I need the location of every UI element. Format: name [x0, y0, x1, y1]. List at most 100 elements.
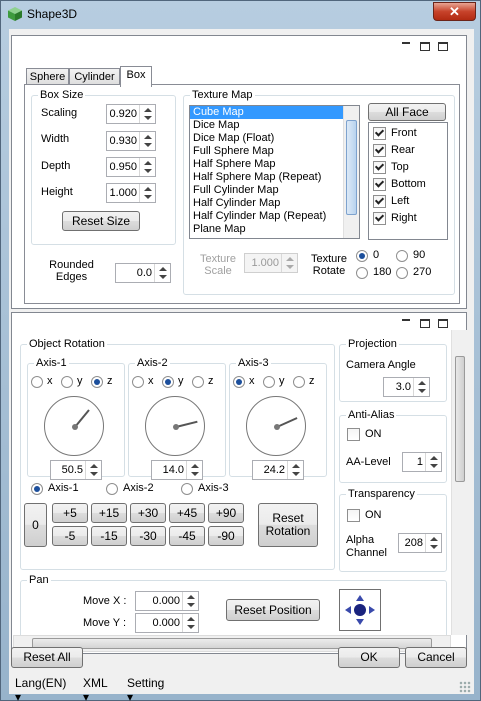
alpha-channel-spinner[interactable]: 208: [398, 533, 442, 553]
texture-map-item[interactable]: Full Sphere Map: [190, 145, 359, 158]
rotation-step-button[interactable]: +45: [169, 503, 205, 523]
face-row[interactable]: Bottom: [369, 177, 447, 194]
restore-icon[interactable]: [420, 319, 430, 328]
rotation-step-button[interactable]: -5: [52, 526, 88, 546]
spinner-arrows-icon[interactable]: [85, 461, 101, 479]
face-checkbox[interactable]: [373, 161, 386, 174]
texture-map-item[interactable]: Dice Map (Float): [190, 132, 359, 145]
move-x-spinner[interactable]: 0.000: [135, 591, 199, 611]
rotation-step-button[interactable]: +90: [208, 503, 244, 523]
texture-scale-spinner[interactable]: 1.000: [244, 253, 298, 273]
move-y-spinner[interactable]: 0.000: [135, 613, 199, 633]
active-axis-radio[interactable]: [106, 483, 118, 495]
maximize-icon[interactable]: [438, 42, 448, 51]
title-bar[interactable]: Shape3D ✕: [1, 1, 481, 27]
axis-letter-radio[interactable]: [132, 376, 144, 388]
axis-letter-radio[interactable]: [31, 376, 43, 388]
rotation-dial[interactable]: [246, 396, 306, 456]
active-axis-radio[interactable]: [181, 483, 193, 495]
face-checkbox[interactable]: [373, 195, 386, 208]
axis-letter-radio[interactable]: [263, 376, 275, 388]
texture-map-item[interactable]: Plane Map: [190, 223, 359, 236]
minimize-icon[interactable]: [402, 319, 410, 321]
rotation-step-button[interactable]: +5: [52, 503, 88, 523]
rounded-edges-spinner[interactable]: 0.0: [115, 263, 171, 283]
rotation-step-button[interactable]: -90: [208, 526, 244, 546]
face-row[interactable]: Front: [369, 126, 447, 143]
camera-angle-spinner[interactable]: 3.0: [383, 377, 430, 397]
axis-letter-radio[interactable]: [293, 376, 305, 388]
menu-xml[interactable]: XML ▾: [83, 676, 107, 701]
anti-alias-checkbox[interactable]: [347, 428, 360, 441]
spinner-arrows-icon[interactable]: [139, 158, 155, 176]
scaling-spinner[interactable]: 0.920: [106, 104, 156, 124]
spinner-arrows-icon[interactable]: [139, 132, 155, 150]
axis-angle-spinner[interactable]: 50.5: [50, 460, 102, 480]
reset-size-button[interactable]: Reset Size: [62, 211, 140, 231]
axis-letter-radio[interactable]: [162, 376, 174, 388]
texture-map-item[interactable]: Half Cylinder Map: [190, 197, 359, 210]
reset-all-button[interactable]: Reset All: [11, 647, 83, 668]
face-row[interactable]: Top: [369, 160, 447, 177]
width-spinner[interactable]: 0.930: [106, 131, 156, 151]
depth-spinner[interactable]: 0.950: [106, 157, 156, 177]
rotation-dial[interactable]: [44, 396, 104, 456]
texture-map-item[interactable]: Dice Map: [190, 119, 359, 132]
view-vertical-scrollbar[interactable]: [451, 330, 467, 635]
rotation-step-button[interactable]: -45: [169, 526, 205, 546]
texture-map-item[interactable]: Half Cylinder Map (Repeat): [190, 210, 359, 223]
texture-map-item[interactable]: Full Cylinder Map: [190, 184, 359, 197]
spinner-arrows-icon[interactable]: [182, 592, 198, 610]
minimize-icon[interactable]: [402, 42, 410, 44]
rotate-radio[interactable]: [396, 267, 408, 279]
face-row[interactable]: Rear: [369, 143, 447, 160]
texture-map-item[interactable]: Half Sphere Map: [190, 158, 359, 171]
spinner-arrows-icon[interactable]: [425, 534, 441, 552]
rotate-radio[interactable]: [356, 267, 368, 279]
transparency-checkbox[interactable]: [347, 509, 360, 522]
spinner-arrows-icon[interactable]: [186, 461, 202, 479]
spinner-arrows-icon[interactable]: [139, 105, 155, 123]
rotate-radio[interactable]: [396, 250, 408, 262]
face-row[interactable]: Left: [369, 194, 447, 211]
spinner-arrows-icon[interactable]: [154, 264, 170, 282]
reset-position-button[interactable]: Reset Position: [226, 599, 320, 621]
vertical-scroll-thumb[interactable]: [455, 356, 465, 482]
texture-map-item[interactable]: Half Sphere Map (Repeat): [190, 171, 359, 184]
cancel-button[interactable]: Cancel: [405, 647, 467, 668]
axis-letter-radio[interactable]: [233, 376, 245, 388]
face-checkbox[interactable]: [373, 144, 386, 157]
menu-lang[interactable]: Lang(EN) ▾: [15, 676, 66, 701]
rotation-step-button[interactable]: -30: [130, 526, 166, 546]
face-row[interactable]: Right: [369, 211, 447, 228]
scrollbar-thumb[interactable]: [346, 120, 357, 215]
active-axis-radio[interactable]: [31, 483, 43, 495]
rotation-step-button[interactable]: +15: [91, 503, 127, 523]
rotate-radio[interactable]: [356, 250, 368, 262]
axis-angle-spinner[interactable]: 24.2: [252, 460, 304, 480]
axis-angle-spinner[interactable]: 14.0: [151, 460, 203, 480]
axis-letter-radio[interactable]: [192, 376, 204, 388]
axis-letter-radio[interactable]: [91, 376, 103, 388]
face-checkbox[interactable]: [373, 178, 386, 191]
spinner-arrows-icon[interactable]: [287, 461, 303, 479]
face-checkbox[interactable]: [373, 212, 386, 225]
spinner-arrows-icon[interactable]: [182, 614, 198, 632]
aa-level-spinner[interactable]: 1: [402, 452, 442, 472]
pan-navigator-pad[interactable]: [339, 589, 381, 631]
rotation-dial[interactable]: [145, 396, 205, 456]
tab-box[interactable]: Box: [120, 66, 152, 87]
rotation-step-button[interactable]: +30: [130, 503, 166, 523]
texture-list-scrollbar[interactable]: [343, 106, 359, 238]
ok-button[interactable]: OK: [338, 647, 400, 668]
restore-icon[interactable]: [420, 42, 430, 51]
reset-rotation-button[interactable]: Reset Rotation: [258, 503, 318, 547]
resize-grip-icon[interactable]: [459, 681, 471, 693]
rotation-step-button[interactable]: -15: [91, 526, 127, 546]
axis-letter-radio[interactable]: [61, 376, 73, 388]
face-checkbox[interactable]: [373, 127, 386, 140]
close-button[interactable]: ✕: [433, 2, 476, 21]
menu-setting[interactable]: Setting ▾: [127, 676, 164, 701]
all-face-button[interactable]: All Face: [368, 103, 446, 121]
texture-map-item[interactable]: Cube Map: [190, 106, 359, 119]
